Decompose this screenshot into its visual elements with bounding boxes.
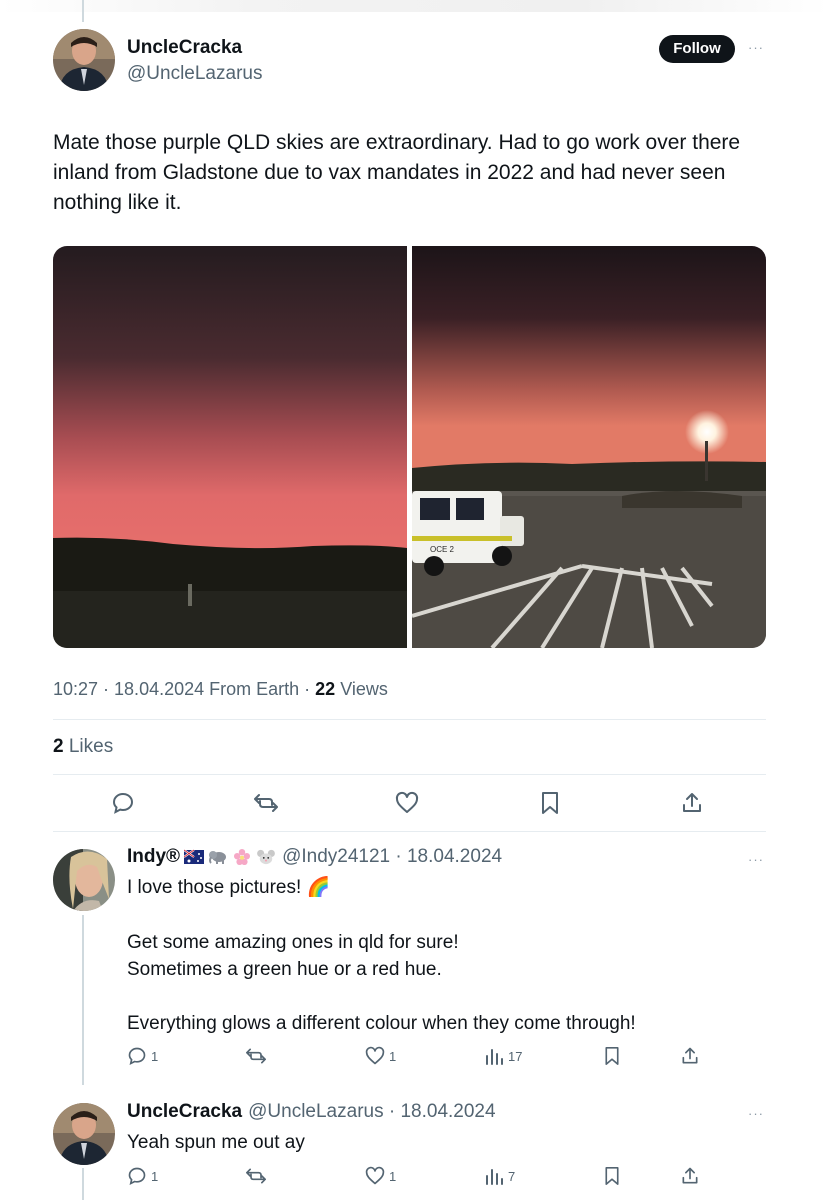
views-label: Views <box>335 679 388 699</box>
share-button[interactable] <box>680 1166 700 1186</box>
views-button[interactable]: 17 <box>484 1046 522 1066</box>
more-options-icon[interactable]: ··· <box>748 852 764 867</box>
reply-icon <box>112 792 134 814</box>
like-button[interactable]: 1 <box>365 1166 396 1186</box>
top-strip <box>0 0 829 12</box>
tweet-text: Mate those purple QLD skies are extraord… <box>53 131 741 214</box>
views-button[interactable]: 7 <box>484 1166 515 1186</box>
reply-header: UncleCracka @UncleLazarus · 18.04.2024 <box>127 1101 496 1123</box>
retweet-button[interactable] <box>245 1046 267 1066</box>
bookmark-icon <box>605 1167 619 1185</box>
tweet-meta: 10:27 · 18.04.2024 From Earth · 22 Views <box>53 679 388 700</box>
likes-summary[interactable]: 2 Likes <box>53 736 113 758</box>
reply-text-line: I love those pictures! 🌈 <box>127 877 331 898</box>
share-icon <box>683 793 701 812</box>
reply-meta[interactable]: @Indy24121 · 18.04.2024 <box>282 846 502 868</box>
reply-avatar[interactable] <box>53 1103 115 1165</box>
heart-icon <box>365 1046 385 1065</box>
share-icon <box>682 1047 698 1064</box>
reply-avatar[interactable] <box>53 849 115 911</box>
bookmark-icon <box>605 1047 619 1065</box>
reply-icon <box>128 1047 146 1066</box>
likes-count: 2 <box>53 736 64 757</box>
reply-button[interactable]: 1 <box>127 1046 158 1066</box>
views-count: 22 <box>315 679 336 699</box>
bookmark-button[interactable] <box>603 1166 621 1186</box>
svg-text:OCE 2: OCE 2 <box>430 545 455 554</box>
like-button[interactable]: 1 <box>365 1046 396 1066</box>
reply-text-line: Everything glows a different colour when… <box>127 1013 636 1034</box>
retweet-icon <box>245 1168 266 1184</box>
bookmark-button[interactable] <box>603 1046 621 1066</box>
elephant-icon <box>209 851 227 864</box>
author-handle[interactable]: @UncleLazarus <box>127 63 262 85</box>
reply-text-line: Sometimes a green hue or a red hue. <box>127 959 442 980</box>
cherry-blossom-icon <box>234 849 251 865</box>
retweet-icon <box>254 794 278 812</box>
reply-text-line: Yeah spun me out ay <box>127 1132 305 1153</box>
thread-connector-top <box>82 0 84 22</box>
divider <box>53 774 766 775</box>
author-avatar[interactable] <box>53 29 115 91</box>
timestamp[interactable]: 10:27 · 18.04.2024 From Earth · <box>53 679 315 699</box>
reply-button[interactable]: 1 <box>127 1166 158 1186</box>
reply-icon <box>128 1167 146 1186</box>
reply-author-name[interactable]: Indy® <box>127 846 180 868</box>
reply-header: Indy® @Indy24121 · 18.04.2024 <box>127 846 502 868</box>
share-icon <box>682 1167 698 1184</box>
retweet-icon <box>245 1048 266 1064</box>
more-options-icon[interactable]: ··· <box>748 1106 764 1121</box>
share-button[interactable] <box>680 1046 700 1066</box>
like-count: 1 <box>389 1048 397 1064</box>
view-count: 7 <box>508 1168 516 1184</box>
reply-count: 1 <box>151 1168 159 1184</box>
share-button[interactable] <box>680 791 704 815</box>
like-button[interactable] <box>395 791 419 815</box>
photo-night-ute[interactable]: OCE 2 <box>411 246 766 648</box>
follow-button[interactable]: Follow <box>659 35 735 63</box>
mouse-face-icon <box>257 849 275 865</box>
reply-author-name[interactable]: UncleCracka <box>127 1101 242 1123</box>
reply-button[interactable] <box>111 791 135 815</box>
analytics-icon <box>486 1049 503 1065</box>
divider <box>53 719 766 720</box>
photo-pink-sky[interactable] <box>53 246 407 648</box>
view-count: 17 <box>508 1048 523 1064</box>
australian-flag-icon <box>184 849 205 864</box>
thread-connector <box>82 915 84 1085</box>
likes-label: Likes <box>63 736 114 757</box>
bookmark-button[interactable] <box>539 791 561 815</box>
retweet-button[interactable] <box>253 791 279 815</box>
retweet-button[interactable] <box>245 1166 267 1186</box>
tweet-media[interactable]: OCE 2 <box>53 246 766 648</box>
analytics-icon <box>486 1169 503 1185</box>
reply-meta[interactable]: @UncleLazarus · 18.04.2024 <box>248 1101 495 1123</box>
heart-icon <box>365 1166 385 1185</box>
reply-text-line: Get some amazing ones in qld for sure! <box>127 932 459 953</box>
thread-connector <box>82 1168 84 1200</box>
bookmark-icon <box>542 792 558 814</box>
more-options-icon[interactable]: ··· <box>748 40 764 55</box>
divider <box>53 831 766 832</box>
heart-icon <box>395 791 419 813</box>
author-name[interactable]: UncleCracka <box>127 37 242 59</box>
like-count: 1 <box>389 1168 397 1184</box>
reply-count: 1 <box>151 1048 159 1064</box>
